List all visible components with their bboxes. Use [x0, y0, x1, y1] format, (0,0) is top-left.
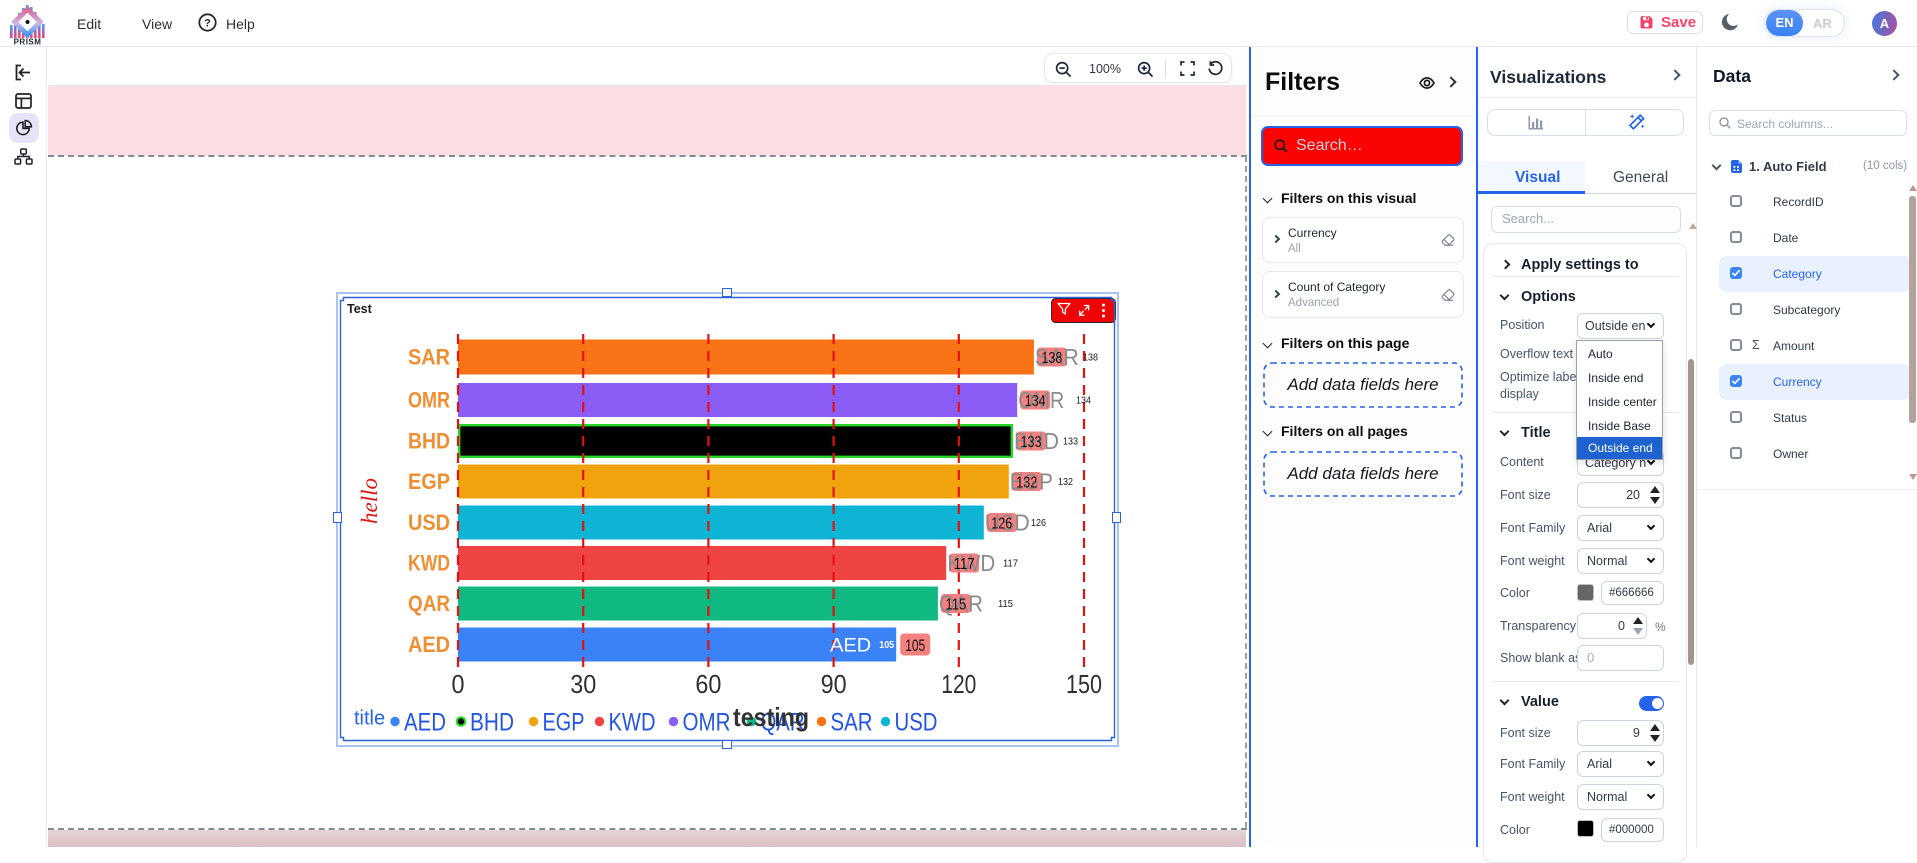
- svg-text:PRISM: PRISM: [14, 38, 42, 46]
- svg-text:?: ?: [204, 17, 211, 29]
